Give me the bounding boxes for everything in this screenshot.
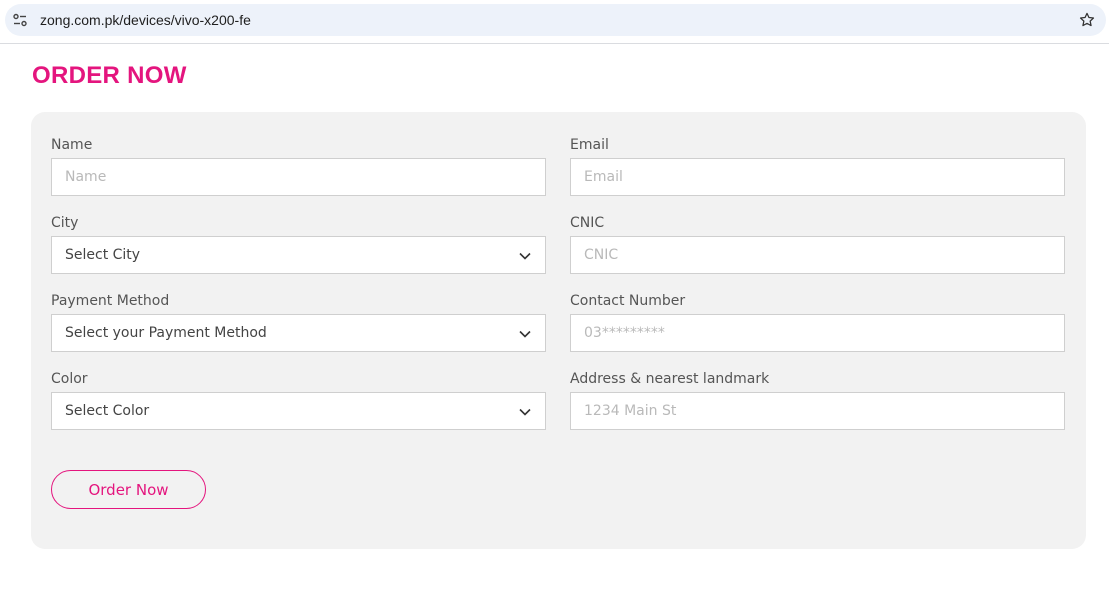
color-select[interactable]: Select Color — [51, 392, 546, 430]
color-field-group: Color Select Color — [51, 370, 546, 430]
order-now-button[interactable]: Order Now — [51, 470, 206, 509]
contact-label: Contact Number — [570, 293, 686, 309]
email-input[interactable]: Email — [570, 158, 1065, 196]
chevron-down-icon — [519, 252, 531, 260]
contact-field-group: Contact Number 03********* — [570, 292, 1065, 352]
cnic-field-group: CNIC CNIC — [570, 214, 1065, 274]
name-input[interactable]: Name — [51, 158, 546, 196]
name-label: Name — [51, 137, 93, 153]
contact-placeholder: 03********* — [584, 325, 665, 341]
star-icon[interactable] — [1078, 11, 1096, 29]
name-field-group: Name Name — [51, 136, 546, 196]
tune-icon[interactable] — [12, 12, 28, 28]
email-field-group: Email Email — [570, 136, 1065, 196]
payment-label: Payment Method — [51, 293, 170, 309]
browser-toolbar: zong.com.pk/devices/vivo-x200-fe — [0, 0, 1109, 44]
payment-selected-value: Select your Payment Method — [65, 325, 267, 341]
address-label: Address & nearest landmark — [570, 371, 770, 387]
email-label: Email — [570, 137, 609, 153]
order-form: Name Name Email Email City Select City C… — [31, 112, 1086, 549]
chevron-down-icon — [519, 408, 531, 416]
payment-field-group: Payment Method Select your Payment Metho… — [51, 292, 546, 352]
address-placeholder: 1234 Main St — [584, 403, 677, 419]
chevron-down-icon — [519, 330, 531, 338]
cnic-placeholder: CNIC — [584, 247, 619, 263]
contact-number-input[interactable]: 03********* — [570, 314, 1065, 352]
payment-method-select[interactable]: Select your Payment Method — [51, 314, 546, 352]
name-placeholder: Name — [65, 169, 107, 185]
city-select[interactable]: Select City — [51, 236, 546, 274]
cnic-label: CNIC — [570, 215, 605, 231]
cnic-input[interactable]: CNIC — [570, 236, 1065, 274]
url-text[interactable]: zong.com.pk/devices/vivo-x200-fe — [40, 12, 251, 28]
city-selected-value: Select City — [65, 247, 141, 263]
address-input[interactable]: 1234 Main St — [570, 392, 1065, 430]
page-title: ORDER NOW — [32, 62, 187, 89]
city-label: City — [51, 215, 79, 231]
color-label: Color — [51, 371, 88, 387]
color-selected-value: Select Color — [65, 403, 150, 419]
address-field-group: Address & nearest landmark 1234 Main St — [570, 370, 1065, 430]
address-bar[interactable]: zong.com.pk/devices/vivo-x200-fe — [5, 4, 1106, 36]
email-placeholder: Email — [584, 169, 623, 185]
city-field-group: City Select City — [51, 214, 546, 274]
